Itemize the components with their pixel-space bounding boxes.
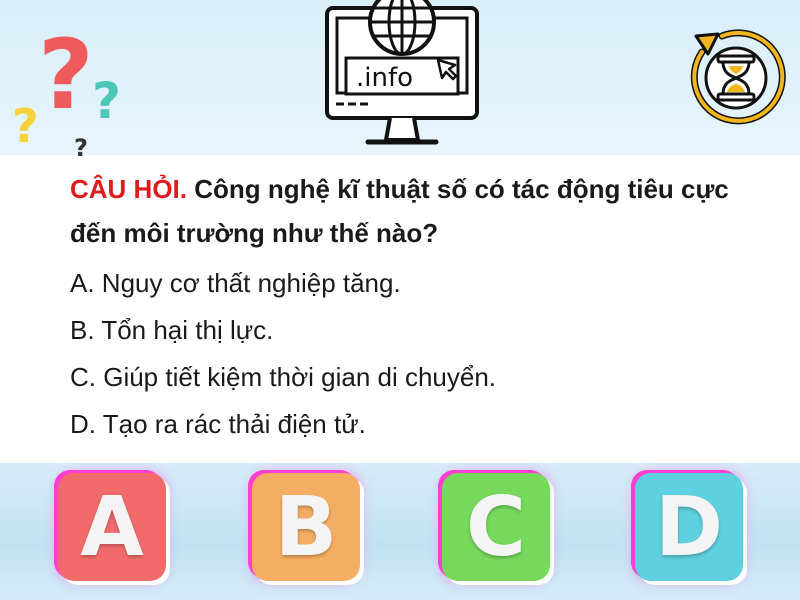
answer-b-button[interactable]: B (252, 473, 360, 581)
svg-text:.info: .info (356, 63, 413, 93)
question-text: CÂU HỎI. Công nghệ kĩ thuật số có tác độ… (70, 167, 770, 255)
options-list: A. Nguy cơ thất nghiệp tăng. B. Tổn hại … (70, 260, 770, 448)
answer-a-button[interactable]: A (58, 473, 166, 581)
question-label: CÂU HỎI. (70, 174, 187, 204)
svg-text:?: ? (74, 134, 88, 160)
svg-text:?: ? (38, 19, 94, 131)
answer-a-letter: A (80, 479, 144, 575)
monitor-globe-icon: .info (325, 0, 479, 145)
option-b: B. Tổn hại thị lực. (70, 315, 274, 345)
answer-c-button[interactable]: C (442, 473, 550, 581)
answer-d-letter: D (654, 479, 724, 575)
answer-c-letter: C (465, 479, 527, 575)
answer-tiles: A B C D (0, 463, 800, 600)
option-d: D. Tạo ra rác thải điện tử. (70, 409, 366, 439)
answer-d-button[interactable]: D (635, 473, 743, 581)
option-c: C. Giúp tiết kiệm thời gian di chuyển. (70, 362, 497, 392)
svg-text:?: ? (92, 72, 121, 130)
answer-b-letter: B (274, 479, 338, 575)
question-marks-icon: ? ? ? ? (12, 19, 121, 160)
hourglass-timer-icon (690, 29, 786, 125)
svg-text:?: ? (12, 99, 39, 153)
option-a: A. Nguy cơ thất nghiệp tăng. (70, 268, 401, 298)
